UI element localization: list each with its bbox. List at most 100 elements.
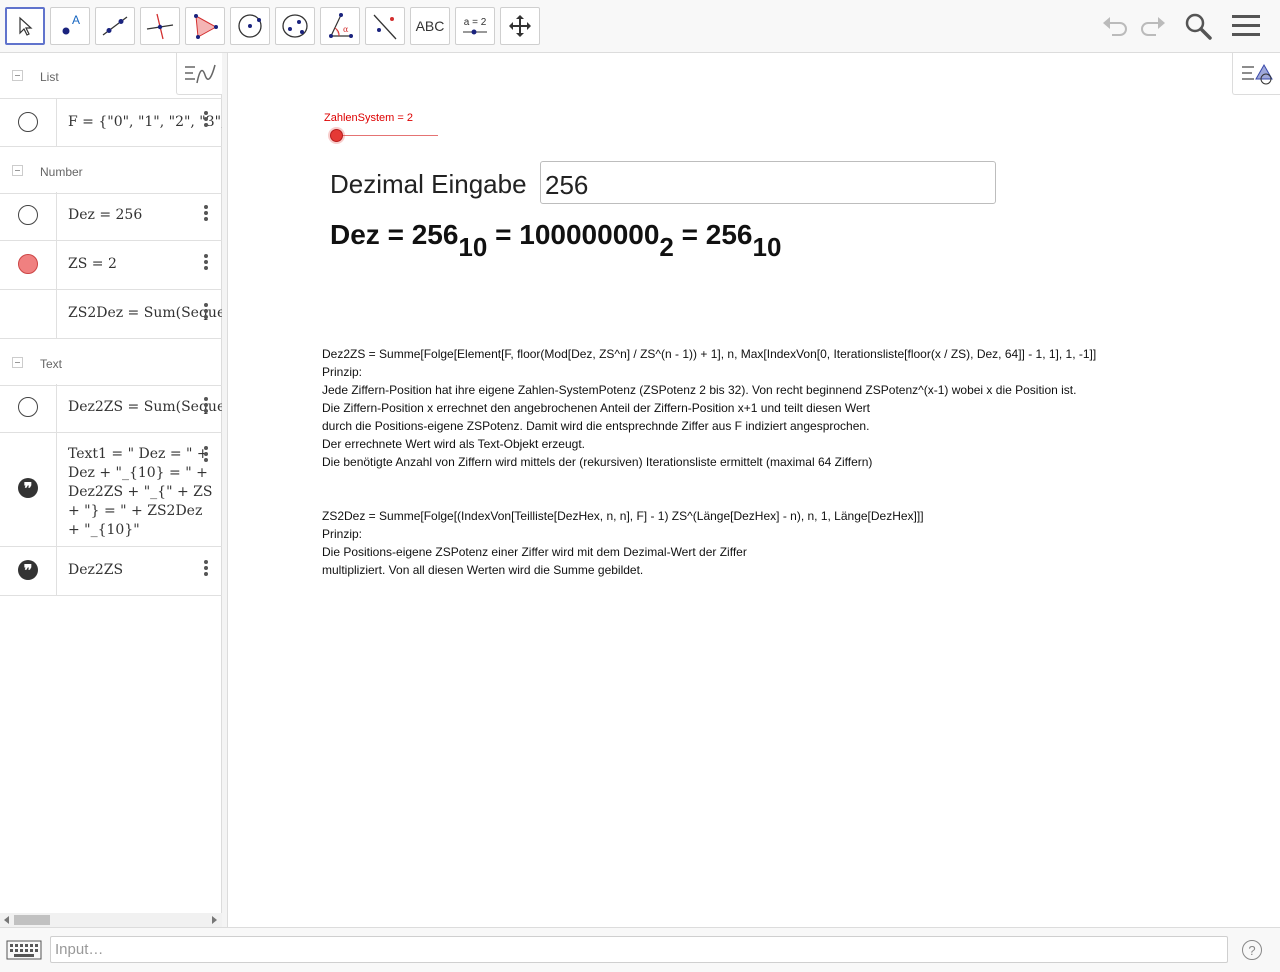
more-options-icon[interactable]	[204, 301, 210, 321]
perpendicular-line-icon	[146, 13, 174, 40]
slider-icon: a = 2	[462, 17, 488, 36]
redo-button[interactable]	[1135, 8, 1171, 44]
formula-part: Dez = 256	[330, 219, 459, 250]
marble-column	[0, 99, 57, 146]
group-title: List	[40, 70, 59, 84]
marble-column	[0, 384, 57, 432]
expression-zs[interactable]: ZS = 2	[68, 256, 117, 272]
expression-f[interactable]: F = {"0", "1", "2", "3", "	[68, 114, 222, 130]
expression-dez2zs[interactable]: Dez2ZS = Sum(Sequence	[68, 399, 222, 415]
collapse-icon[interactable]	[12, 70, 23, 81]
scroll-left-icon[interactable]	[3, 915, 11, 925]
algebra-view: List F = {"0", "1", "2", "3", " Number D…	[0, 53, 222, 927]
circle-tool-button[interactable]	[230, 7, 270, 45]
visibility-marble[interactable]	[18, 254, 38, 274]
slider-tool-label: a = 2	[463, 16, 487, 28]
visibility-marble[interactable]	[18, 112, 38, 132]
graphics-style-toggle[interactable]	[1232, 53, 1280, 95]
polygon-tool-button[interactable]	[185, 7, 225, 45]
list-item[interactable]: ❞ Text1 = " Dez = " + Dez + "_{10} = " +…	[0, 433, 222, 547]
keyboard-toggle-button[interactable]	[4, 937, 44, 963]
reflect-icon	[373, 14, 397, 40]
slider-label: ZahlenSystem = 2	[324, 112, 413, 124]
formula-part: = 100000000	[487, 219, 660, 250]
formula-part: = 256	[673, 219, 753, 250]
scrollbar-thumb[interactable]	[14, 915, 50, 925]
dez2zs-explanation: Dez2ZS = Summe[Folge[Element[F, floor(Mo…	[322, 345, 1096, 471]
collapse-icon[interactable]	[12, 165, 23, 176]
algebra-style-toggle[interactable]	[176, 53, 222, 95]
text-line: Die Ziffern-Position x errechnet den ang…	[322, 401, 870, 415]
help-icon[interactable]: ?	[1242, 940, 1262, 960]
marble-column	[0, 192, 57, 240]
expression-dez[interactable]: Dez = 256	[68, 207, 142, 223]
reflect-tool-button[interactable]	[365, 7, 405, 45]
hamburger-menu-icon	[1232, 15, 1260, 36]
search-button[interactable]	[1180, 8, 1216, 44]
text-line: Jede Ziffern-Position hat ihre eigene Za…	[322, 383, 1077, 397]
list-item[interactable]: ❞ Dez2ZS	[0, 547, 222, 596]
list-item[interactable]: ZS = 2	[0, 241, 222, 290]
more-options-icon[interactable]	[204, 203, 210, 223]
scroll-right-icon[interactable]	[210, 915, 218, 925]
ellipse-tool-button[interactable]	[275, 7, 315, 45]
formula-subscript: 2	[659, 232, 674, 262]
angle-icon: α	[329, 13, 353, 38]
zs2dez-explanation: ZS2Dez = Summe[Folge[(IndexVon[Teilliste…	[322, 507, 924, 579]
svg-text:α: α	[343, 25, 349, 34]
marble-column	[0, 290, 57, 338]
more-options-icon[interactable]	[204, 444, 210, 464]
algebra-input[interactable]: Input…	[50, 936, 1228, 963]
list-item[interactable]: Dez2ZS = Sum(Sequence	[0, 384, 222, 433]
slider-track-icon	[463, 29, 487, 34]
text-line: multipliziert. Von all diesen Werten wir…	[322, 563, 644, 577]
angle-tool-button[interactable]: α	[320, 7, 360, 45]
visibility-marble[interactable]	[18, 205, 38, 225]
graphics-view[interactable]: ZahlenSystem = 2 Dezimal Eingabe 256 Dez…	[228, 53, 1280, 927]
main-menu-button[interactable]	[1228, 8, 1264, 44]
text-tool-button[interactable]: ABC	[410, 7, 450, 45]
visibility-marble[interactable]	[18, 397, 38, 417]
line-icon	[102, 16, 128, 36]
text-quote-icon[interactable]: ❞	[18, 478, 38, 498]
point-tool-button[interactable]: A	[50, 7, 90, 45]
more-options-icon[interactable]	[204, 252, 210, 272]
expression-dez2zs-text[interactable]: Dez2ZS	[68, 562, 123, 578]
slider-tool-button[interactable]: a = 2	[455, 7, 495, 45]
list-item[interactable]: Dez = 256	[0, 192, 222, 241]
move-tool-button[interactable]	[5, 7, 45, 45]
perpendicular-tool-button[interactable]	[140, 7, 180, 45]
horizontal-scrollbar[interactable]	[0, 913, 222, 927]
expression-zs2dez[interactable]: ZS2Dez = Sum(Sequence	[68, 305, 222, 321]
input-bar: Input… ?	[0, 927, 1280, 972]
group-header-number[interactable]: Number	[0, 148, 222, 194]
marble-column: ❞	[0, 547, 57, 595]
undo-icon	[1103, 17, 1127, 36]
graphics-style-icon	[1241, 63, 1273, 84]
more-options-icon[interactable]	[204, 109, 210, 129]
list-item[interactable]: F = {"0", "1", "2", "3", "	[0, 99, 222, 147]
more-options-icon[interactable]	[204, 395, 210, 415]
svg-text:A: A	[72, 13, 80, 27]
collapse-icon[interactable]	[12, 357, 23, 368]
list-item[interactable]: ZS2Dez = Sum(Sequence	[0, 290, 222, 339]
expression-text1[interactable]: Text1 = " Dez = " + Dez + "_{10} = " + D…	[68, 445, 213, 540]
group-title: Text	[40, 357, 63, 371]
decimal-input-box[interactable]: 256	[540, 161, 996, 204]
move-view-tool-button[interactable]	[500, 7, 540, 45]
search-icon	[1185, 13, 1212, 40]
line-tool-button[interactable]	[95, 7, 135, 45]
text-line: durch die Positions-eigene ZSPotenz. Dam…	[322, 419, 870, 433]
text-tool-label: ABC	[415, 18, 445, 34]
group-header-text[interactable]: Text	[0, 340, 222, 386]
marble-column: ❞	[0, 433, 57, 546]
text-quote-icon[interactable]: ❞	[18, 560, 38, 580]
keyboard-icon	[6, 940, 42, 960]
redo-icon	[1141, 17, 1165, 36]
text-line: Dez2ZS = Summe[Folge[Element[F, floor(Mo…	[322, 347, 1097, 361]
slider-knob[interactable]	[330, 129, 343, 142]
more-options-icon[interactable]	[204, 558, 210, 578]
slider-track[interactable]	[334, 135, 438, 136]
undo-button[interactable]	[1097, 8, 1133, 44]
formula-subscript: 10	[458, 232, 488, 262]
